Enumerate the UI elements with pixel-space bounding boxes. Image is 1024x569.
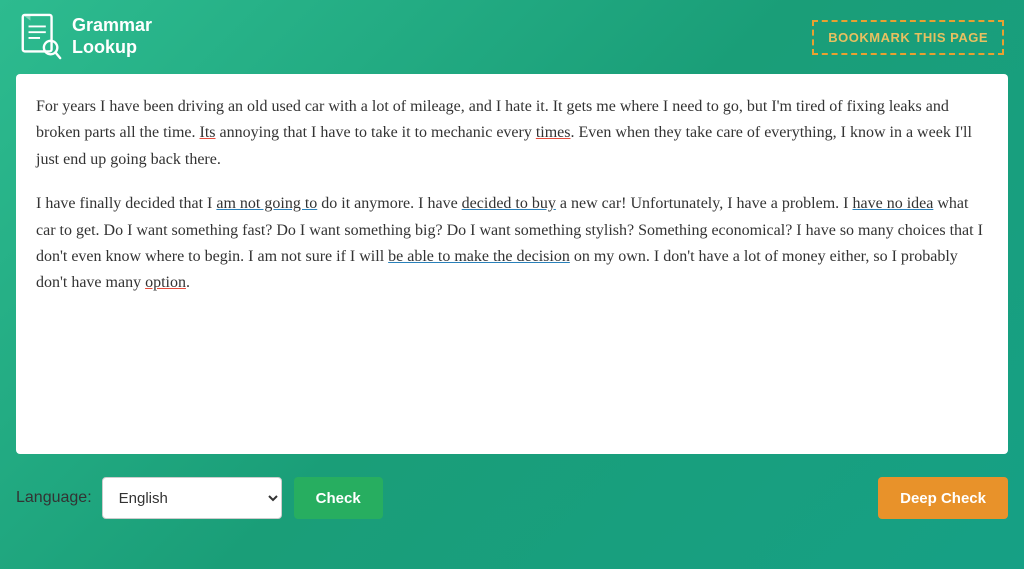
decided-to-buy: decided to buy [462, 195, 556, 212]
check-button[interactable]: Check [294, 477, 383, 519]
paragraph-2: I have finally decided that I am not goi… [36, 191, 988, 297]
times-word: times [536, 124, 571, 141]
logo-icon [20, 13, 62, 61]
header: Grammar Lookup BOOKMARK THIS PAGE [0, 0, 1024, 74]
deep-check-button[interactable]: Deep Check [878, 477, 1008, 519]
have-no-idea: have no idea [852, 195, 933, 212]
para2-end: . [186, 274, 190, 291]
para2-start: I have finally decided that I [36, 195, 216, 212]
text-editor[interactable]: For years I have been driving an old use… [16, 74, 1008, 454]
logo-text: Grammar Lookup [72, 15, 152, 58]
paragraph-1: For years I have been driving an old use… [36, 94, 988, 173]
be-able-to-make: be able to make the decision [388, 248, 570, 265]
para2-mid1: do it anymore. I have [317, 195, 461, 212]
para1-mid: annoying that I have to take it to mecha… [216, 124, 536, 141]
option-word: option [145, 274, 186, 291]
logo-line2: Lookup [72, 37, 152, 59]
bottom-controls: Language: English Spanish French German … [16, 468, 1008, 528]
main-content: For years I have been driving an old use… [0, 74, 1024, 569]
am-not-going-to: am not going to [216, 195, 317, 212]
logo-line1: Grammar [72, 15, 152, 37]
bookmark-button[interactable]: BOOKMARK THIS PAGE [812, 20, 1004, 55]
language-select[interactable]: English Spanish French German Portuguese [102, 477, 282, 519]
logo-area: Grammar Lookup [20, 13, 152, 61]
para2-mid2: a new car! Unfortunately, I have a probl… [556, 195, 853, 212]
language-label: Language: [16, 489, 92, 507]
text-content: For years I have been driving an old use… [36, 94, 988, 297]
its-word: Its [200, 124, 216, 141]
